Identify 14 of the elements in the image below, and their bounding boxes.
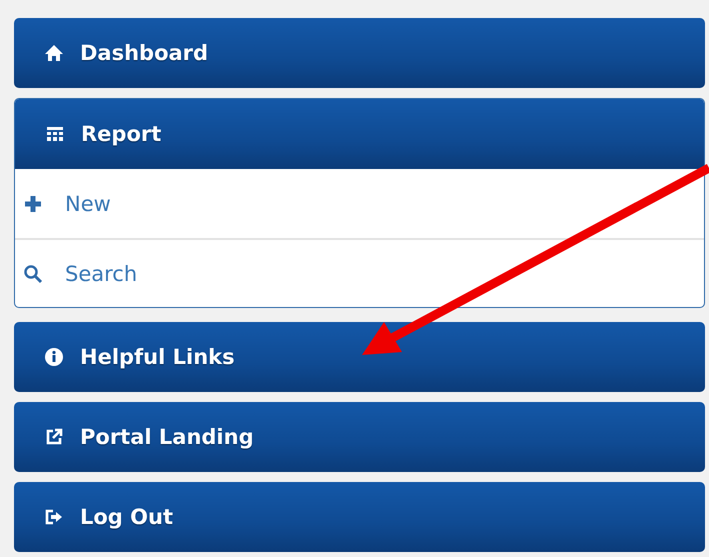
- logout-icon: [44, 507, 64, 527]
- info-icon: [44, 347, 64, 367]
- menu-item[interactable]: Helpful Links: [14, 322, 705, 392]
- plus-icon: [23, 194, 43, 214]
- table-icon: [45, 124, 65, 144]
- menu-item[interactable]: Log Out: [14, 482, 705, 552]
- menu-item[interactable]: Portal Landing: [14, 402, 705, 472]
- external-link-icon: [44, 427, 64, 447]
- search-icon: [23, 264, 43, 284]
- submenu-item[interactable]: New: [15, 169, 704, 238]
- home-icon: [44, 43, 64, 63]
- submenu-item[interactable]: Search: [15, 238, 704, 307]
- menu-item[interactable]: Report: [15, 99, 704, 169]
- menu-item[interactable]: Dashboard: [14, 18, 705, 88]
